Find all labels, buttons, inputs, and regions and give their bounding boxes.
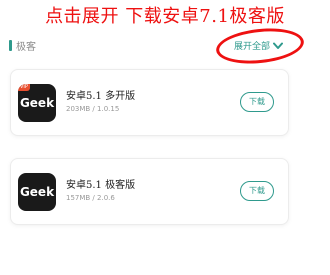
download-button[interactable]: 下载 (240, 181, 274, 201)
annotation-circle (214, 24, 306, 68)
app-card: VIP Geek 安卓5.1 多开版 203MB / 1.0.15 下载 (10, 69, 289, 136)
geek-app-icon: Geek (18, 173, 56, 211)
app-meta: 157MB / 2.0.6 (66, 194, 115, 202)
app-name: 安卓5.1 多开版 (66, 91, 136, 102)
vip-badge: VIP (18, 84, 30, 91)
app-icon-text: Geek (19, 185, 55, 199)
app-card: Geek 安卓5.1 极客版 157MB / 2.0.6 下载 (10, 158, 289, 225)
section-title: 极客 (16, 42, 36, 53)
annotation-text: 点击展开 下载安卓7.1极客版 (45, 6, 285, 27)
section-accent-bar (9, 40, 12, 51)
download-button[interactable]: 下载 (240, 92, 274, 112)
app-meta: 203MB / 1.0.15 (66, 105, 120, 113)
app-name: 安卓5.1 极客版 (66, 180, 136, 191)
geek-app-icon: VIP Geek (18, 84, 56, 122)
app-icon-text: Geek (19, 96, 55, 110)
